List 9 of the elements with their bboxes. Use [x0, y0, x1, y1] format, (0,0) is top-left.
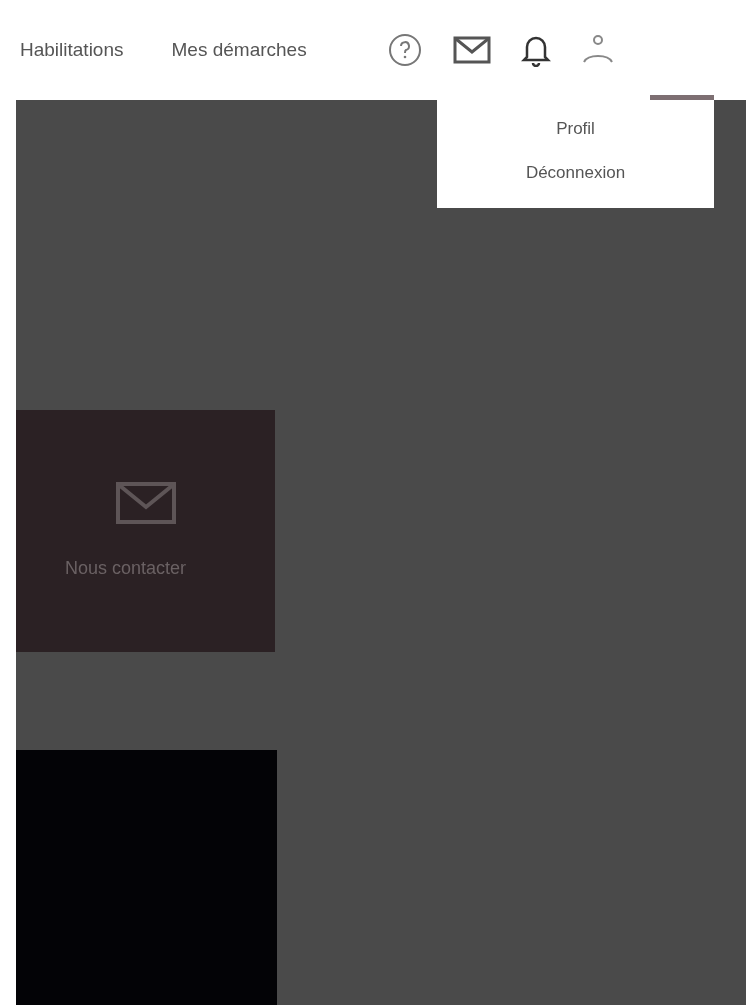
menu-item[interactable]: Déconnexion — [525, 159, 626, 185]
nav-link[interactable]: Habilitations — [20, 35, 124, 65]
mail-icon — [114, 480, 177, 525]
contact-label: Nous contacter — [64, 556, 187, 580]
menu-item[interactable]: Profil — [556, 116, 595, 142]
mail-icon[interactable] — [452, 36, 491, 64]
active-indicator — [650, 95, 714, 100]
nav-link[interactable]: Mes démarches — [171, 35, 307, 65]
help-icon[interactable] — [386, 32, 423, 68]
